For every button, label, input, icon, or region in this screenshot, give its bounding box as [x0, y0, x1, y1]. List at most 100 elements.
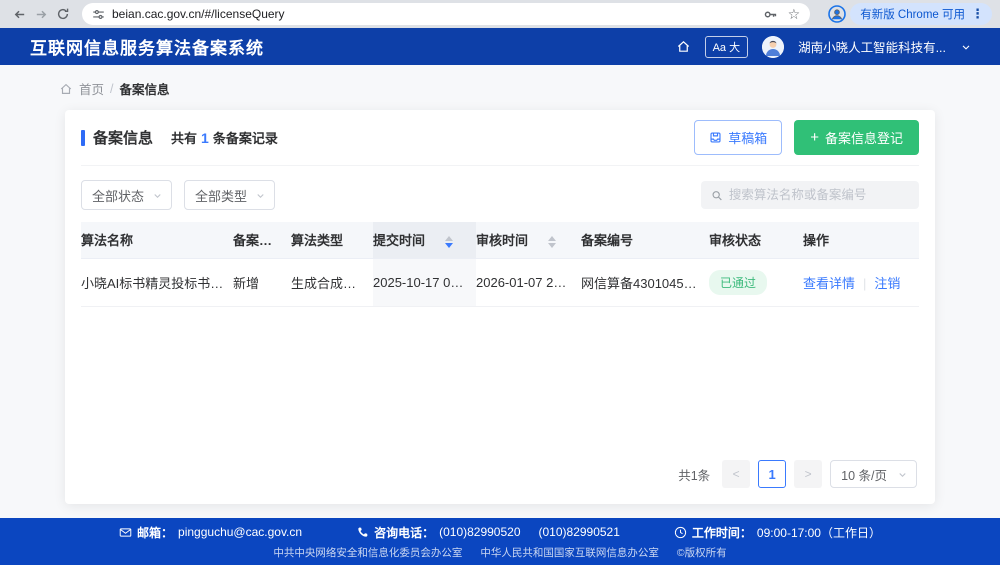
browser-toolbar: beian.cac.gov.cn/#/licenseQuery ☆ 有新版 Ch…	[0, 0, 1000, 28]
search-box	[701, 181, 919, 209]
mail-icon	[119, 526, 132, 539]
sort-icons[interactable]	[445, 236, 453, 248]
col-header-review-time[interactable]: 审核时间	[476, 222, 581, 258]
footer-hours: 工作时间： 09:00-17:00（工作日）	[674, 524, 881, 541]
record-count: 共有 1 条备案记录	[171, 128, 278, 147]
submit-time-label: 提交时间	[373, 233, 425, 248]
browser-forward-button[interactable]	[30, 3, 52, 25]
next-page-button[interactable]: >	[794, 460, 822, 488]
status-badge: 已通过	[709, 270, 767, 295]
status-filter-value: 全部状态	[92, 186, 144, 205]
search-icon	[711, 189, 723, 202]
pagination: 共1条 < 1 > 10 条/页	[81, 450, 919, 494]
page-footer: 邮箱： pingguchu@cac.gov.cn 咨询电话： (010)8299…	[0, 518, 1000, 565]
count-suffix: 条备案记录	[213, 131, 278, 146]
app-title: 互联网信息服务算法备案系统	[30, 34, 264, 59]
email-label: 邮箱：	[137, 524, 173, 541]
type-filter-value: 全部类型	[195, 186, 247, 205]
chrome-update-chip[interactable]: 有新版 Chrome 可用 ⋮	[850, 3, 992, 25]
breadcrumb-separator: /	[110, 82, 113, 96]
browser-profile-icon[interactable]	[828, 5, 846, 23]
cell-status: 已通过	[709, 258, 803, 306]
breadcrumb: 首页 / 备案信息	[59, 79, 935, 98]
cell-filing-type: 新增	[233, 258, 291, 306]
breadcrumb-current: 备案信息	[120, 79, 170, 98]
hours-label: 工作时间：	[692, 524, 752, 541]
cell-algorithm-name: 小晓AI标书精灵投标书生成算法	[81, 258, 233, 306]
site-settings-icon[interactable]	[92, 8, 105, 21]
bookmark-star-icon[interactable]: ☆	[788, 7, 801, 21]
filing-card: 备案信息 共有 1 条备案记录 草稿箱 + 备案信息登记 全部状态	[65, 110, 935, 504]
chevron-down-icon[interactable]	[960, 41, 972, 53]
home-icon[interactable]	[676, 39, 691, 54]
url-text: beian.cac.gov.cn/#/licenseQuery	[112, 7, 763, 21]
draft-label: 草稿箱	[728, 128, 767, 147]
breadcrumb-home[interactable]: 首页	[79, 79, 104, 98]
email-value: pingguchu@cac.gov.cn	[178, 525, 302, 539]
action-divider: |	[863, 276, 866, 291]
card-header: 备案信息 共有 1 条备案记录 草稿箱 + 备案信息登记	[81, 110, 919, 166]
footer-email: 邮箱： pingguchu@cac.gov.cn	[119, 524, 302, 541]
company-name[interactable]: 湖南小晓人工智能科技有...	[798, 37, 946, 56]
address-bar[interactable]: beian.cac.gov.cn/#/licenseQuery ☆	[82, 3, 810, 25]
count-prefix: 共有	[171, 131, 197, 146]
page-title: 备案信息	[93, 127, 153, 148]
review-time-label: 审核时间	[476, 233, 528, 248]
password-key-icon[interactable]	[763, 7, 778, 22]
status-filter-select[interactable]: 全部状态	[81, 180, 172, 210]
col-header-submit-time[interactable]: 提交时间	[373, 222, 476, 258]
chevron-down-icon	[897, 469, 908, 480]
chevron-down-icon	[255, 190, 266, 201]
font-size-button[interactable]: Aa 大	[705, 36, 749, 58]
page-size-select[interactable]: 10 条/页	[830, 460, 917, 488]
prev-page-button[interactable]: <	[722, 460, 750, 488]
breadcrumb-home-icon[interactable]	[59, 82, 73, 96]
register-filing-button[interactable]: + 备案信息登记	[794, 120, 919, 155]
draft-icon	[709, 131, 722, 144]
footer-org-1: 中共中央网络安全和信息化委员会办公室	[273, 545, 462, 560]
page-size-value: 10 条/页	[841, 465, 887, 484]
browser-reload-button[interactable]	[52, 3, 74, 25]
phone-label: 咨询电话：	[374, 524, 434, 541]
app-header: 互联网信息服务算法备案系统 Aa 大 湖南小晓人工智能科技有...	[0, 28, 1000, 65]
clock-icon	[674, 526, 687, 539]
filing-table: 算法名称 备案类型 算法类型 提交时间 审核时间 备案编号 审核状态 操作 小晓	[81, 222, 919, 307]
user-avatar[interactable]	[762, 36, 784, 58]
phone-value-2: (010)82990521	[539, 525, 620, 539]
deregister-link[interactable]: 注销	[874, 276, 900, 291]
phone-icon	[356, 526, 369, 539]
cell-filing-no: 网信算备4301045857191…	[581, 258, 709, 306]
browser-menu-icon[interactable]: ⋮	[969, 6, 986, 22]
page-number-button[interactable]: 1	[758, 460, 786, 488]
col-header-status: 审核状态	[709, 222, 803, 258]
table-header-row: 算法名称 备案类型 算法类型 提交时间 审核时间 备案编号 审核状态 操作	[81, 222, 919, 258]
type-filter-select[interactable]: 全部类型	[184, 180, 275, 210]
col-header-filing-no: 备案编号	[581, 222, 709, 258]
cell-submit-time: 2025-10-17 09:02	[373, 258, 476, 306]
footer-phone: 咨询电话： (010)82990520 (010)82990521	[356, 524, 620, 541]
table-row: 小晓AI标书精灵投标书生成算法 新增 生成合成类… 2025-10-17 09:…	[81, 258, 919, 306]
sort-icons[interactable]	[548, 236, 556, 248]
hours-value: 09:00-17:00（工作日）	[757, 524, 881, 541]
draft-box-button[interactable]: 草稿箱	[694, 120, 782, 155]
chevron-down-icon	[152, 190, 163, 201]
col-header-name: 算法名称	[81, 222, 233, 258]
filter-row: 全部状态 全部类型	[81, 180, 919, 210]
cell-review-time: 2026-01-07 20:44	[476, 258, 581, 306]
search-input[interactable]	[729, 188, 909, 202]
plus-icon: +	[810, 130, 819, 145]
footer-copyright: ©版权所有	[677, 545, 727, 560]
chrome-update-label: 有新版 Chrome 可用	[860, 6, 965, 22]
browser-back-button[interactable]	[8, 3, 30, 25]
col-header-filing-type: 备案类型	[233, 222, 291, 258]
cell-algo-type: 生成合成类…	[291, 258, 373, 306]
col-header-actions: 操作	[803, 222, 919, 258]
total-count: 共1条	[678, 465, 710, 484]
title-marker	[81, 130, 85, 146]
view-details-link[interactable]: 查看详情	[803, 276, 855, 291]
register-label: 备案信息登记	[825, 128, 903, 147]
page-body: 首页 / 备案信息 备案信息 共有 1 条备案记录 草稿箱 + 备案信息登记	[0, 65, 1000, 518]
cell-actions: 查看详情 | 注销	[803, 258, 919, 306]
count-number: 1	[201, 130, 209, 146]
footer-org-2: 中华人民共和国国家互联网信息办公室	[480, 545, 659, 560]
